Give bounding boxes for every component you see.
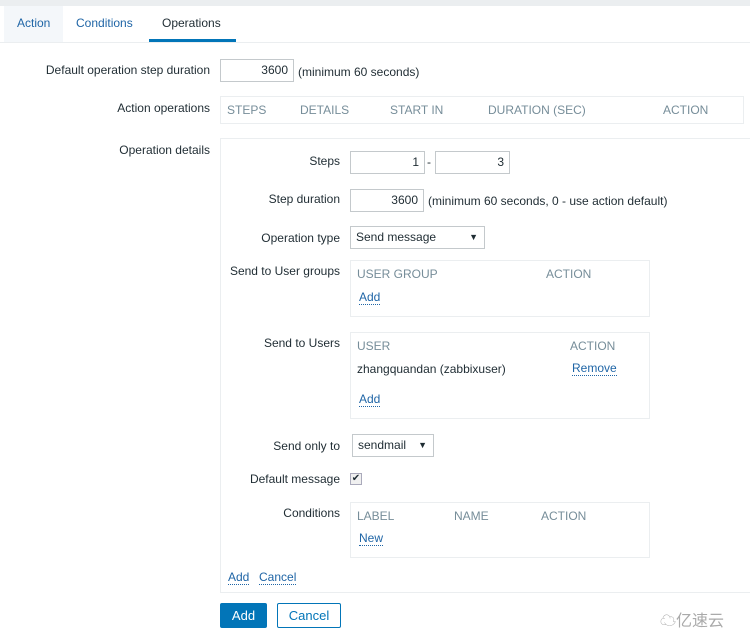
step-duration-input[interactable]: 3600 <box>350 189 424 212</box>
user-groups-label: Send to User groups <box>229 264 340 278</box>
user-name: zhangquandan (zabbixuser) <box>357 362 506 376</box>
watermark-logo: ☁亿速云 <box>660 607 724 631</box>
tab-bar: Action Conditions Operations <box>0 6 750 43</box>
action-operations-label: Action operations <box>117 101 210 115</box>
tab-conditions[interactable]: Conditions <box>63 6 146 42</box>
header-user: USER <box>357 339 391 353</box>
dropdown-arrow-icon: ▼ <box>469 232 478 242</box>
header-steps: STEPS <box>227 103 267 117</box>
header-action: ACTION <box>541 509 587 523</box>
steps-separator: - <box>427 155 431 169</box>
new-condition-link[interactable]: New <box>359 532 384 546</box>
operation-type-label: Operation type <box>261 231 340 245</box>
default-message-label: Default message <box>249 472 340 486</box>
tab-action[interactable]: Action <box>4 6 64 42</box>
send-only-to-label: Send only to <box>273 439 340 453</box>
send-only-to-value: sendmail <box>358 438 407 452</box>
checkmark-icon: ✔ <box>351 473 361 484</box>
operation-type-select[interactable]: Send message ▼ <box>350 226 485 249</box>
header-duration: DURATION (SEC) <box>488 103 586 117</box>
steps-label: Steps <box>309 154 340 168</box>
dropdown-arrow-icon: ▼ <box>418 440 427 450</box>
default-message-checkbox[interactable]: ✔ <box>350 473 362 485</box>
add-button[interactable]: Add <box>220 603 267 628</box>
header-label: LABEL <box>357 509 395 523</box>
remove-user-link[interactable]: Remove <box>572 362 617 376</box>
watermark-text: 亿速云 <box>676 613 725 630</box>
steps-from-input[interactable]: 1 <box>350 151 425 174</box>
conditions-label: Conditions <box>283 506 340 520</box>
steps-to-input[interactable]: 3 <box>435 151 510 174</box>
tab-operations[interactable]: Operations <box>149 6 236 42</box>
step-duration-label: Step duration <box>268 192 340 206</box>
action-operations-table: STEPS DETAILS START IN DURATION (SEC) AC… <box>220 96 744 124</box>
user-groups-table: USER GROUP ACTION Add <box>350 260 650 317</box>
add-user-link[interactable]: Add <box>359 393 381 407</box>
header-action: ACTION <box>663 103 709 117</box>
default-step-duration-input[interactable]: 3600 <box>220 59 294 82</box>
header-details: DETAILS <box>300 103 350 117</box>
cancel-operation-link[interactable]: Cancel <box>259 571 297 585</box>
cancel-button[interactable]: Cancel <box>277 603 341 628</box>
step-duration-hint: (minimum 60 seconds, 0 - use action defa… <box>428 194 668 208</box>
send-only-to-select[interactable]: sendmail ▼ <box>352 434 434 457</box>
header-name: NAME <box>454 509 489 523</box>
conditions-table: LABEL NAME ACTION New <box>350 502 650 558</box>
operation-details-label: Operation details <box>119 143 210 157</box>
header-user-group: USER GROUP <box>357 267 438 281</box>
default-step-duration-hint: (minimum 60 seconds) <box>298 65 420 79</box>
add-operation-link[interactable]: Add <box>228 571 250 585</box>
default-step-duration-label: Default operation step duration <box>45 63 210 77</box>
add-user-group-link[interactable]: Add <box>359 291 381 305</box>
header-action: ACTION <box>546 267 592 281</box>
header-action: ACTION <box>570 339 616 353</box>
operation-type-value: Send message <box>356 230 437 244</box>
cloud-icon: ☁ <box>660 613 677 630</box>
users-table: USER ACTION zhangquandan (zabbixuser) Re… <box>350 332 650 419</box>
users-label: Send to Users <box>263 336 340 350</box>
header-start-in: START IN <box>390 103 444 117</box>
